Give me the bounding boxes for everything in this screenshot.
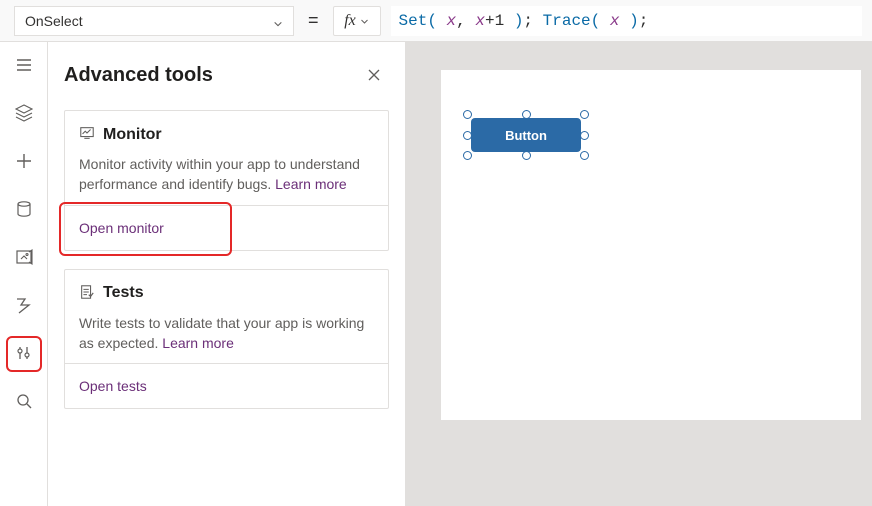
resize-handle[interactable] (580, 110, 589, 119)
formula-token: x (475, 12, 485, 30)
resize-handle[interactable] (463, 110, 472, 119)
card-description: Monitor activity within your app to unde… (79, 154, 374, 195)
tree-view-icon (15, 104, 33, 125)
rail-button[interactable] (8, 50, 40, 82)
rail-button[interactable] (8, 98, 40, 130)
monitor-icon (79, 125, 95, 144)
rail-button[interactable] (8, 242, 40, 274)
add-icon (15, 152, 33, 173)
resize-handle[interactable] (522, 151, 531, 160)
rail-button[interactable] (8, 290, 40, 322)
equals-label: = (294, 10, 333, 31)
learn-more-link[interactable]: Learn more (162, 335, 234, 351)
advanced-tools-pane: Advanced tools Monitor Monitor activity w… (48, 42, 406, 506)
flows-icon (15, 296, 33, 317)
card-title: Tests (103, 284, 144, 302)
property-selector-value: OnSelect (25, 13, 83, 29)
card-title: Monitor (103, 126, 162, 144)
formula-token: ; (639, 12, 649, 30)
tests-icon (79, 284, 95, 303)
chevron-down-icon (273, 16, 283, 26)
formula-token: 1 (495, 12, 505, 30)
formula-top-bar: OnSelect = fx Set( x, x+1 ); Trace( x ); (0, 0, 872, 42)
learn-more-link[interactable]: Learn more (275, 176, 347, 192)
tool-card: Tests Write tests to validate that your a… (64, 269, 389, 410)
app-surface[interactable]: Button (441, 70, 861, 420)
rail-button[interactable] (8, 194, 40, 226)
close-button[interactable] (359, 60, 389, 90)
media-icon (15, 248, 33, 269)
data-icon (15, 200, 33, 221)
formula-token (619, 12, 629, 30)
chevron-down-icon (360, 13, 369, 29)
formula-token: ( (427, 12, 437, 30)
formula-token: Trace (543, 12, 591, 30)
resize-handle[interactable] (580, 151, 589, 160)
advanced-tools-icon (15, 344, 33, 365)
close-icon (367, 68, 381, 82)
formula-token: ( (591, 12, 601, 30)
fx-label: fx (344, 12, 356, 30)
card-description: Write tests to validate that your app is… (79, 313, 374, 354)
resize-handle[interactable] (580, 131, 589, 140)
formula-token (600, 12, 610, 30)
formula-token: Set (399, 12, 428, 30)
formula-token: ) (514, 12, 524, 30)
tool-card: Monitor Monitor activity within your app … (64, 110, 389, 251)
left-nav-rail (0, 42, 48, 506)
pane-title: Advanced tools (64, 64, 213, 87)
rail-button[interactable] (8, 338, 40, 370)
formula-token (533, 12, 543, 30)
search-icon (15, 392, 33, 413)
canvas-area[interactable]: Button (406, 42, 872, 506)
formula-token: + (485, 12, 495, 30)
formula-token: x (447, 12, 457, 30)
property-selector[interactable]: OnSelect (14, 6, 294, 36)
formula-token: x (610, 12, 620, 30)
resize-handle[interactable] (463, 151, 472, 160)
hamburger-icon (15, 56, 33, 77)
formula-token (466, 12, 476, 30)
canvas-button-label: Button (505, 128, 547, 143)
formula-token: ) (629, 12, 639, 30)
rail-button[interactable] (8, 386, 40, 418)
card-action-link[interactable]: Open tests (65, 363, 388, 408)
canvas-button-control[interactable]: Button (471, 118, 581, 152)
rail-button[interactable] (8, 146, 40, 178)
fx-button[interactable]: fx (333, 6, 381, 36)
card-action-link[interactable]: Open monitor (65, 205, 388, 250)
formula-token: ; (523, 12, 533, 30)
formula-token: , (456, 12, 466, 30)
formula-token (437, 12, 447, 30)
formula-token (504, 12, 514, 30)
formula-input[interactable]: Set( x, x+1 ); Trace( x ); (391, 6, 862, 36)
